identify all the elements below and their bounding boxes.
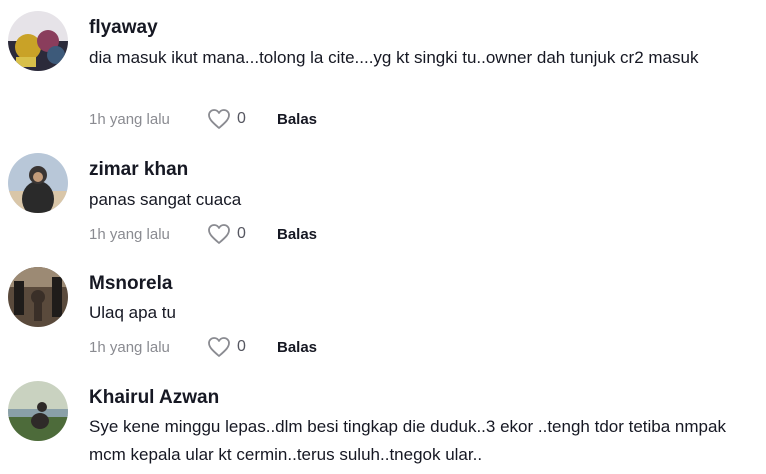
like-count: 0 bbox=[237, 225, 246, 242]
reply-button[interactable]: Balas bbox=[277, 111, 317, 128]
heart-icon bbox=[208, 224, 230, 244]
like-button[interactable]: 0 bbox=[207, 336, 277, 358]
comment-timestamp: 1h yang lalu bbox=[89, 110, 170, 128]
like-count: 0 bbox=[237, 338, 246, 355]
like-button[interactable]: 0 bbox=[207, 108, 277, 130]
like-button[interactable]: 0 bbox=[207, 223, 277, 245]
avatar[interactable] bbox=[8, 11, 68, 71]
avatar[interactable] bbox=[8, 153, 68, 213]
comment-meta: 1h yang lalu 0 Balas bbox=[89, 335, 317, 359]
comment-timestamp: 1h yang lalu bbox=[89, 338, 170, 356]
like-count: 0 bbox=[237, 110, 246, 127]
comment-text: Ulaq apa tu bbox=[89, 303, 176, 322]
comment-username[interactable]: Msnorela bbox=[89, 273, 172, 295]
comment-username[interactable]: flyaway bbox=[89, 17, 158, 39]
comment-username[interactable]: Khairul Azwan bbox=[89, 387, 219, 409]
comment-timestamp: 1h yang lalu bbox=[89, 225, 170, 243]
comment-text: panas sangat cuaca bbox=[89, 190, 242, 209]
comment-text: dia masuk ikut mana...tolong la cite....… bbox=[89, 48, 699, 67]
reply-button[interactable]: Balas bbox=[277, 226, 317, 243]
reply-button[interactable]: Balas bbox=[277, 339, 317, 356]
comment-meta: 1h yang lalu 0 Balas bbox=[89, 222, 317, 246]
comment-username[interactable]: zimar khan bbox=[89, 159, 188, 181]
heart-icon bbox=[208, 109, 230, 129]
avatar[interactable] bbox=[8, 267, 68, 327]
comment-meta: 1h yang lalu 0 Balas bbox=[89, 107, 317, 131]
comment-text: Sye kene minggu lepas..dlm besi tingkap … bbox=[89, 417, 726, 464]
avatar[interactable] bbox=[8, 381, 68, 441]
heart-icon bbox=[208, 337, 230, 357]
